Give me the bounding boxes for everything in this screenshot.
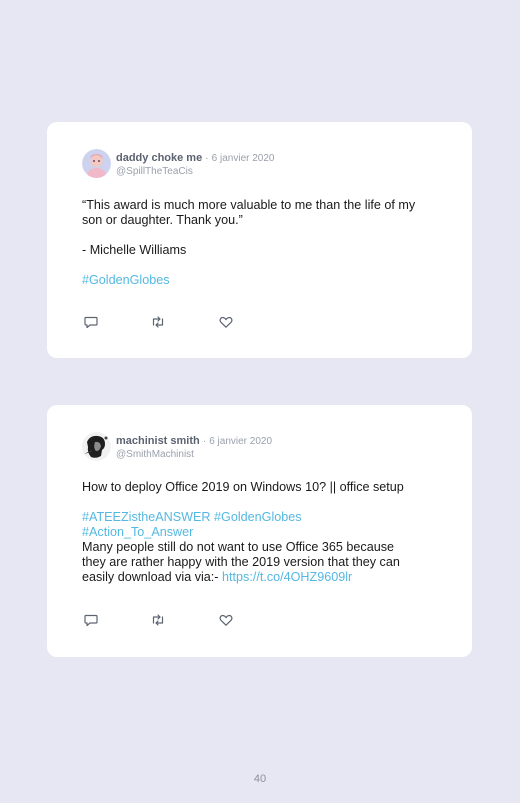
reply-icon[interactable] [83,314,99,330]
tweet-line: How to deploy Office 2019 on Windows 10?… [82,480,404,494]
tweet-meta: machinist smith · 6 janvier 2020 @SmithM… [116,435,272,461]
author-name[interactable]: daddy choke me [116,152,202,164]
like-icon[interactable] [218,612,234,628]
tweet-line: - Michelle Williams [82,243,187,257]
meta-separator: · [202,436,207,447]
tweet-line: Many people still do not want to use Off… [82,540,395,554]
hashtag-link[interactable]: #Action_To_Answer [82,525,193,539]
tweet-meta: daddy choke me · 6 janvier 2020 @SpillTh… [116,152,275,178]
tweet-text: “This award is much more valuable to me … [82,198,442,288]
tweet-actions [83,314,243,330]
tweet-card: daddy choke me · 6 janvier 2020 @SpillTh… [47,122,472,358]
tweet-line: “This award is much more valuable to me … [82,198,416,212]
author-handle[interactable]: @SmithMachinist [116,448,272,461]
tweet-date[interactable]: 6 janvier 2020 [212,153,275,164]
retweet-icon[interactable] [150,612,166,628]
retweet-icon[interactable] [150,314,166,330]
hashtag-link[interactable]: #GoldenGlobes [82,273,170,287]
page-number: 40 [253,773,267,785]
author-name[interactable]: machinist smith [116,435,200,447]
tweet-date[interactable]: 6 janvier 2020 [209,436,272,447]
avatar[interactable] [82,432,111,461]
tweet-actions [83,612,243,628]
meta-separator: · [205,153,209,164]
hashtag-link[interactable]: #GoldenGlobes [214,510,302,524]
tweet-line: easily download via via:- [82,570,219,584]
author-handle[interactable]: @SpillTheTeaCis [116,165,275,178]
tweet-link[interactable]: https://t.co/4OHZ9609lr [222,570,352,584]
tweet-card: machinist smith · 6 janvier 2020 @SmithM… [47,405,472,657]
tweet-line: son or daughter. Thank you.” [82,213,243,227]
tweet-text: How to deploy Office 2019 on Windows 10?… [82,480,442,585]
like-icon[interactable] [218,314,234,330]
reply-icon[interactable] [83,612,99,628]
hashtag-link[interactable]: #ATEEZistheANSWER [82,510,211,524]
avatar[interactable] [82,149,111,178]
tweet-line: they are rather happy with the 2019 vers… [82,555,400,569]
